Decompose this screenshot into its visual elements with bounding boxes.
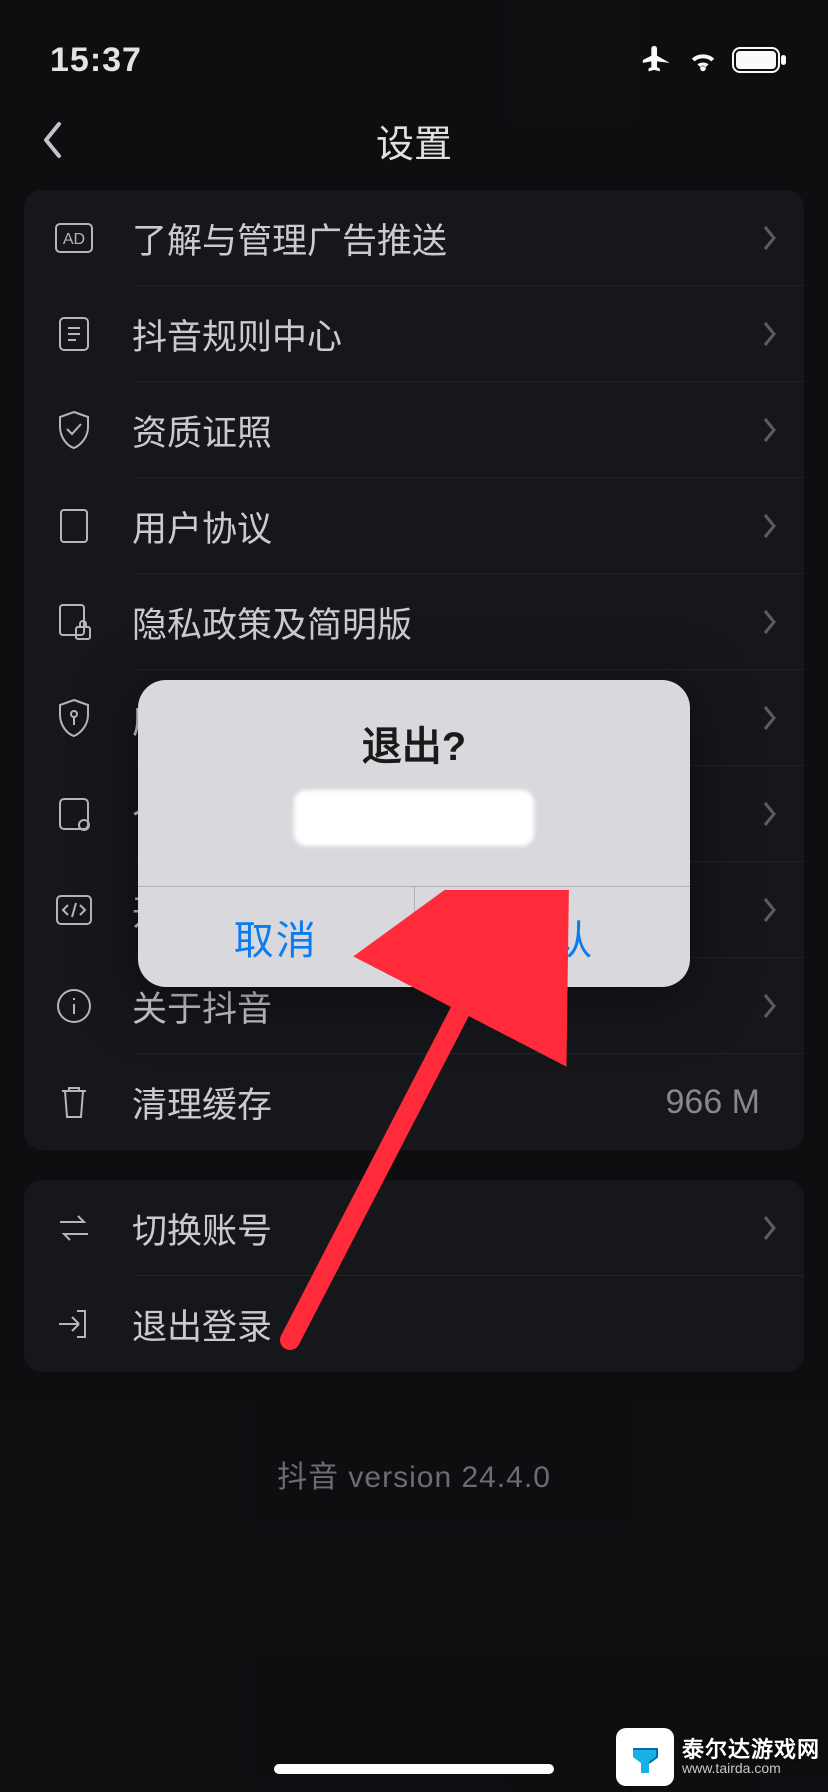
settings-group-main: AD 了解与管理广告推送 抖音规则中心 资质证照 用户协议 隐私政策及简明版 应…: [24, 190, 804, 1150]
document-icon: [50, 502, 98, 550]
row-label: 资质证照: [132, 405, 762, 456]
swap-icon: [50, 1204, 98, 1252]
nav-header: 设置: [0, 100, 828, 180]
status-bar: 15:37: [0, 0, 828, 100]
svg-text:AD: AD: [63, 231, 85, 248]
wifi-icon: [686, 46, 720, 74]
row-user-agreement[interactable]: 用户协议: [24, 478, 804, 574]
chevron-right-icon: [762, 800, 778, 828]
row-switch-account[interactable]: 切换账号: [24, 1180, 804, 1276]
chevron-right-icon: [762, 320, 778, 348]
status-icons: [640, 43, 788, 77]
list-icon: [50, 790, 98, 838]
chevron-right-icon: [762, 704, 778, 732]
chevron-right-icon: [762, 416, 778, 444]
home-indicator: [274, 1764, 554, 1774]
chevron-right-icon: [762, 608, 778, 636]
dialog-confirm-button[interactable]: 确认: [414, 887, 691, 987]
row-logout[interactable]: 退出登录: [24, 1276, 804, 1372]
row-qualifications[interactable]: 资质证照: [24, 382, 804, 478]
status-time: 15:37: [50, 41, 142, 80]
watermark-logo-icon: [616, 1728, 674, 1786]
row-label: 了解与管理广告推送: [132, 213, 762, 264]
row-label: 隐私政策及简明版: [132, 597, 762, 648]
back-button[interactable]: [30, 118, 74, 162]
chevron-right-icon: [762, 1214, 778, 1242]
site-watermark: 泰尔达游戏网 www.tairda.com: [616, 1728, 820, 1786]
rules-icon: [50, 310, 98, 358]
trash-icon: [50, 1078, 98, 1126]
dialog-cancel-button[interactable]: 取消: [138, 887, 414, 987]
row-label: 关于抖音: [132, 981, 762, 1032]
row-label: 退出登录: [132, 1299, 778, 1350]
chevron-right-icon: [762, 896, 778, 924]
info-icon: [50, 982, 98, 1030]
row-label: 抖音规则中心: [132, 309, 762, 360]
row-label: 切换账号: [132, 1203, 762, 1254]
cache-size-value: 966 M: [666, 1083, 761, 1122]
shield-key-icon: [50, 694, 98, 742]
dialog-account-redacted: [294, 790, 534, 846]
chevron-right-icon: [762, 992, 778, 1020]
row-clear-cache[interactable]: 清理缓存 966 M: [24, 1054, 804, 1150]
row-label: 用户协议: [132, 501, 762, 552]
document-lock-icon: [50, 598, 98, 646]
ad-icon: AD: [50, 214, 98, 262]
exit-icon: [50, 1300, 98, 1348]
row-ad-management[interactable]: AD 了解与管理广告推送: [24, 190, 804, 286]
battery-icon: [732, 47, 788, 73]
shield-check-icon: [50, 406, 98, 454]
row-privacy-policy[interactable]: 隐私政策及简明版: [24, 574, 804, 670]
chevron-right-icon: [762, 224, 778, 252]
logout-confirm-dialog: 退出? 取消 确认: [138, 680, 690, 987]
dialog-title: 退出?: [168, 714, 660, 772]
watermark-url: www.tairda.com: [682, 1761, 820, 1776]
row-label: 清理缓存: [132, 1077, 666, 1128]
watermark-site-name: 泰尔达游戏网: [682, 1738, 820, 1761]
page-title: 设置: [376, 113, 452, 168]
airplane-mode-icon: [640, 43, 674, 77]
row-rules-center[interactable]: 抖音规则中心: [24, 286, 804, 382]
chevron-right-icon: [762, 512, 778, 540]
app-version-text: 抖音 version 24.4.0: [0, 1452, 828, 1496]
settings-group-account: 切换账号 退出登录: [24, 1180, 804, 1372]
code-icon: [50, 886, 98, 934]
